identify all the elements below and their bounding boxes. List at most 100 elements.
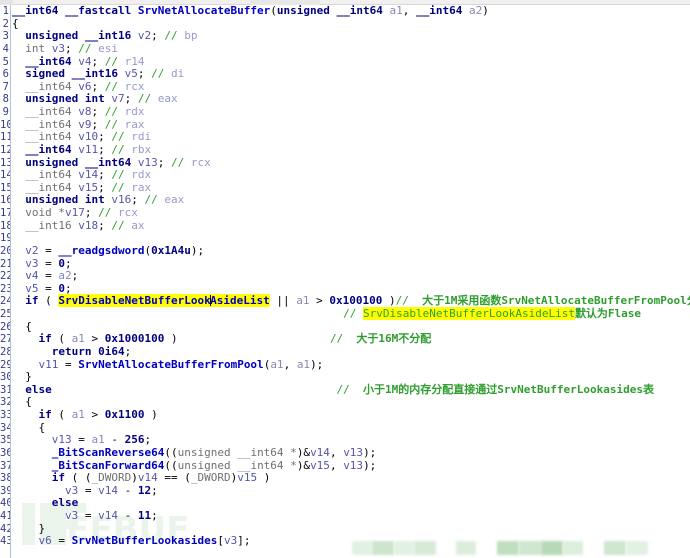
token-punc: - [117, 509, 138, 522]
highlighted-comment-identifier[interactable]: SrvDisableNetBufferLookAsideList [363, 307, 575, 320]
token-punc: ( ( [64, 471, 92, 485]
line-number: 10 [0, 118, 10, 131]
line-number: 3 [2, 30, 9, 43]
highlighted-identifier[interactable]: SrvDisableNetBufferLookAsideList [58, 294, 270, 308]
code-line[interactable]: v2 = __readgsdword(0x1A4u); [12, 243, 690, 258]
line-number: 41 [0, 510, 10, 522]
token-punc: = [71, 433, 92, 447]
token-gray: __int64 [25, 79, 72, 93]
line-number: 32 [0, 396, 10, 409]
token-punc: ; [65, 256, 72, 270]
token-var: v7 [111, 92, 125, 106]
token-punc: = [38, 269, 59, 283]
token-punc: ; [151, 483, 158, 497]
token-punc: > [309, 294, 330, 308]
token-arg: a1 [296, 294, 310, 308]
token-reg: eax [157, 92, 178, 106]
token-var: v5 [25, 281, 39, 295]
line-number: 34 [0, 421, 10, 434]
token-num: 11 [137, 509, 152, 522]
token-var: v15 [310, 458, 330, 472]
token-kw: if [12, 471, 65, 485]
token-kw: unsigned int [25, 92, 105, 106]
code-line[interactable]: __int64 __fastcall SrvNetAllocateBuffer(… [12, 5, 690, 18]
token-punc: ( [270, 5, 277, 17]
line-number: 6 [2, 68, 9, 81]
code-line[interactable]: v11 = SrvNetAllocateBufferFromPool(a1, a… [12, 357, 690, 372]
token-reg: di [170, 67, 185, 81]
token-var: v11 [78, 142, 99, 156]
token-cmt: // [137, 92, 158, 106]
line-number: 17 [0, 207, 10, 219]
code-line[interactable]: v3 = v14 - 12; [12, 483, 690, 498]
pseudocode-pane[interactable]: REEBUF 1 2 3 4 5 6 7 8 9 10 11 12 13 14 15 16 17 18 19 20 21… [0, 5, 690, 558]
line-number: 33 [0, 409, 10, 421]
token-cmt: // [104, 79, 125, 93]
code-line[interactable]: // SrvDisableNetBufferLookAsideList默认为Fl… [12, 307, 690, 321]
token-num: 256 [124, 433, 145, 447]
token-var: v2 [137, 29, 152, 43]
token-punc: = [78, 483, 99, 497]
line-number: 13 [0, 156, 10, 169]
token-gray: int [25, 41, 46, 55]
token-punc: ; [98, 168, 112, 182]
token-punc: = [38, 256, 59, 270]
token-reg: rcx [124, 79, 145, 93]
line-number: 42 [0, 522, 10, 535]
token-reg: eax [164, 193, 185, 207]
token-punc: ; [131, 193, 145, 207]
token-var: v2 [25, 243, 39, 257]
token-var: v10 [78, 130, 99, 144]
code-line[interactable]: __int16 v18; // ax [12, 219, 690, 233]
code-lines[interactable]: __int64 __fastcall SrvNetAllocateBuffer(… [12, 5, 690, 548]
token-var: v5 [124, 67, 138, 81]
token-num: 0x100100 [329, 294, 383, 308]
code-line[interactable]: else // 小于1M的内存分配直接通过SrvNetBufferLookasi… [12, 383, 690, 397]
token-reg: r14 [124, 54, 145, 68]
token-kw: __int64 [25, 54, 72, 68]
code-line[interactable]: v3 = 0; [12, 256, 690, 271]
token-cmt: // [151, 67, 171, 81]
token-var: v15 [237, 471, 258, 485]
line-number: 43 [0, 535, 10, 548]
line-number: 15 [0, 181, 10, 194]
token-fn: _BitScanForward64 [51, 458, 165, 472]
token-punc: } [12, 521, 46, 535]
code-line[interactable]: v3 = v14 - 11; [12, 509, 690, 523]
token-cmt: // [111, 180, 132, 194]
code-line[interactable]: if ( a1 > 0x1100 ) [12, 408, 690, 422]
token-var: v9 [78, 117, 92, 131]
line-number: 38 [0, 472, 10, 485]
token-cmtz: 大于1M采用函数SrvNetAllocateBufferFromPool分配 [415, 294, 690, 308]
code-line[interactable]: v4 = a2; [12, 269, 690, 283]
token-punc: { [12, 319, 32, 333]
token-var: v11 [38, 357, 59, 371]
code-line[interactable]: v6 = SrvNetBufferLookasides[v3]; [12, 534, 690, 548]
token-reg: rbx [131, 142, 152, 156]
token-punc: )& [296, 458, 311, 472]
token-gray: __int64 [25, 105, 72, 118]
token-punc: ; [98, 142, 112, 156]
token-num: 0x1A4u [151, 243, 191, 257]
line-number: 7 [2, 80, 9, 93]
token-punc: == ( [157, 471, 191, 485]
token-var: v14 [310, 445, 330, 459]
token-punc: ; [144, 433, 152, 447]
token-var: v13 [343, 458, 364, 472]
token-punc: ; [98, 130, 112, 144]
token-reg: esi [98, 41, 118, 55]
token-var: v14 [137, 471, 158, 485]
token-punc: { [12, 16, 19, 30]
